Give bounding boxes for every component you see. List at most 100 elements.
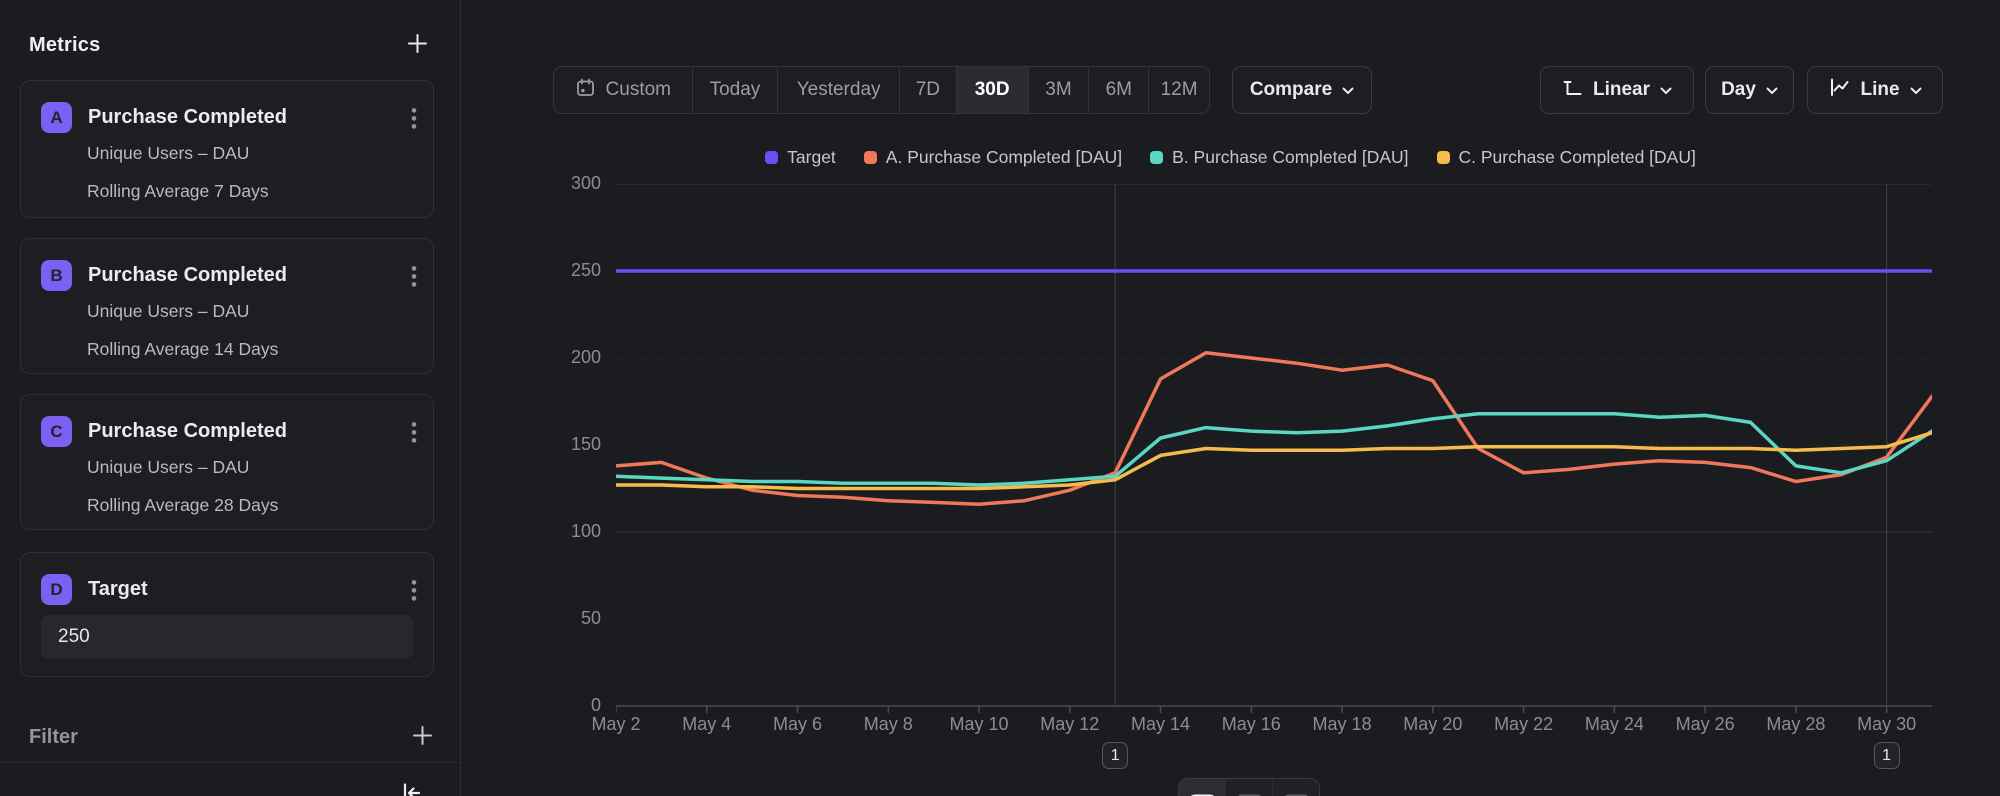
chevron-down-icon xyxy=(1766,79,1778,101)
compare-button[interactable]: Compare xyxy=(1232,66,1372,114)
date-range-7d[interactable]: 7D xyxy=(900,67,957,113)
metric-options-button[interactable] xyxy=(409,419,419,450)
legend-item[interactable]: B. Purchase Completed [DAU] xyxy=(1150,147,1408,168)
metric-measure-label: Unique Users – DAU xyxy=(87,301,249,322)
x-axis-tick-label: May 26 xyxy=(1659,714,1751,735)
chevron-down-icon xyxy=(1660,79,1672,101)
date-range-control: Custom Today Yesterday7D 30D 3M 6M 12M xyxy=(553,66,1210,114)
chart-view-button-2[interactable] xyxy=(1226,779,1273,796)
annotation-badge[interactable]: 1 xyxy=(1102,742,1128,769)
metric-letter-badge: B xyxy=(41,260,72,291)
target-value-input[interactable] xyxy=(41,615,413,659)
date-range-12m[interactable]: 12M xyxy=(1149,67,1209,113)
metric-letter-badge: C xyxy=(41,416,72,447)
metric-card-c[interactable]: CPurchase CompletedUnique Users – DAURol… xyxy=(20,394,434,530)
metrics-section-header: Metrics xyxy=(29,30,431,60)
metric-card-header: B Purchase Completed xyxy=(41,260,387,291)
date-range-yesterday[interactable]: Yesterday xyxy=(778,67,900,113)
x-axis-tick-label: May 12 xyxy=(1024,714,1116,735)
annotation-badge[interactable]: 1 xyxy=(1874,742,1900,769)
chevron-down-icon xyxy=(1342,79,1354,101)
metric-measure-label: Unique Users – DAU xyxy=(87,143,249,164)
y-axis-tick-label: 150 xyxy=(461,434,601,455)
line-chart xyxy=(616,184,1932,714)
metric-card-header: C Purchase Completed xyxy=(41,416,387,447)
x-axis-tick-label: May 30 xyxy=(1841,714,1933,735)
chart-view-button-3[interactable] xyxy=(1273,779,1319,796)
date-range-label: 12M xyxy=(1161,79,1198,101)
plus-icon xyxy=(406,32,429,58)
collapse-sidebar-button[interactable] xyxy=(398,779,426,796)
legend-item[interactable]: Target xyxy=(765,147,836,168)
legend-swatch xyxy=(1437,151,1450,164)
date-range-30d[interactable]: 30D xyxy=(957,67,1029,113)
filter-section-title: Filter xyxy=(29,726,78,749)
kebab-menu-icon xyxy=(411,265,417,292)
date-range-label: Custom xyxy=(606,79,671,101)
legend-label: Target xyxy=(787,147,836,168)
x-axis-tick-label: May 10 xyxy=(933,714,1025,735)
legend-item[interactable]: C. Purchase Completed [DAU] xyxy=(1437,147,1696,168)
chart-legend: Target A. Purchase Completed [DAU] B. Purc… xyxy=(461,147,2000,168)
chart-type-select-button[interactable]: Line xyxy=(1807,66,1943,114)
metrics-section-title: Metrics xyxy=(29,34,100,57)
scale-select-button[interactable]: Linear xyxy=(1540,66,1694,114)
y-axis-tick-label: 50 xyxy=(461,608,601,629)
series-line-c[interactable] xyxy=(616,433,1932,489)
date-range-3m[interactable]: 3M xyxy=(1029,67,1090,113)
metric-card-a[interactable]: APurchase Completed Unique Users – DAU Rol… xyxy=(20,80,434,218)
axis-scale-icon xyxy=(1562,77,1583,104)
metric-rolling-average-label: Rolling Average 7 Days xyxy=(87,181,269,202)
metric-options-button[interactable] xyxy=(409,263,419,294)
metric-rolling-average-label: Rolling Average 14 Days xyxy=(87,339,278,360)
granularity-select-button[interactable]: Day xyxy=(1705,66,1794,114)
x-axis-tick-label: May 8 xyxy=(842,714,934,735)
metric-card-b[interactable]: B Purchase Completed Unique Users – DAU Rol… xyxy=(20,238,434,374)
metric-title: Purchase Completed xyxy=(88,264,287,287)
plus-icon xyxy=(411,724,434,750)
legend-swatch xyxy=(1150,151,1163,164)
collapse-left-icon xyxy=(400,781,424,796)
x-axis-tick-label: May 24 xyxy=(1568,714,1660,735)
metric-card-header: D Target xyxy=(41,574,387,605)
metric-options-button[interactable] xyxy=(409,105,419,136)
date-range-label: 6M xyxy=(1106,79,1132,101)
metric-options-button[interactable] xyxy=(409,577,419,608)
date-range-today[interactable]: Today xyxy=(693,67,779,113)
chart-view-button-1[interactable] xyxy=(1179,779,1226,796)
metric-title: Target xyxy=(88,578,148,601)
date-range-label: 30D xyxy=(975,79,1010,101)
panel-layout-icon xyxy=(1235,788,1264,796)
y-axis-tick-label: 300 xyxy=(461,173,601,194)
x-axis-tick-label: May 2 xyxy=(570,714,662,735)
filter-section-header: Filter xyxy=(29,722,436,752)
legend-item[interactable]: A. Purchase Completed [DAU] xyxy=(864,147,1122,168)
date-range-label: Today xyxy=(710,79,761,101)
date-range-6m[interactable]: 6M xyxy=(1089,67,1149,113)
legend-label: A. Purchase Completed [DAU] xyxy=(886,147,1122,168)
metric-card-d[interactable]: D Target xyxy=(20,552,434,677)
kebab-menu-icon xyxy=(411,107,417,134)
metric-card-header: APurchase Completed xyxy=(41,102,387,133)
metric-title: Purchase Completed xyxy=(88,420,287,443)
chart-view-toggle xyxy=(1178,778,1320,796)
chart-panel: Custom Today Yesterday7D 30D 3M 6M 12M Compare… xyxy=(461,0,2000,796)
x-axis-tick-label: May 18 xyxy=(1296,714,1388,735)
compare-label: Compare xyxy=(1250,79,1332,101)
add-filter-button[interactable] xyxy=(409,722,436,752)
metric-measure-label: Unique Users – DAU xyxy=(87,457,249,478)
chevron-down-icon xyxy=(1910,79,1922,101)
legend-swatch xyxy=(765,151,778,164)
date-range-custom[interactable]: Custom xyxy=(554,67,693,113)
metric-letter-badge: A xyxy=(41,102,72,133)
line-chart-icon xyxy=(1828,76,1850,104)
metric-letter-badge: D xyxy=(41,574,72,605)
y-axis-tick-label: 0 xyxy=(461,695,601,716)
panel-layout-icon xyxy=(1188,788,1217,796)
legend-swatch xyxy=(864,151,877,164)
x-axis-tick-label: May 16 xyxy=(1205,714,1297,735)
y-axis-tick-label: 100 xyxy=(461,521,601,542)
add-metric-button[interactable] xyxy=(404,30,431,60)
x-axis-tick-label: May 22 xyxy=(1478,714,1570,735)
legend-label: C. Purchase Completed [DAU] xyxy=(1459,147,1696,168)
